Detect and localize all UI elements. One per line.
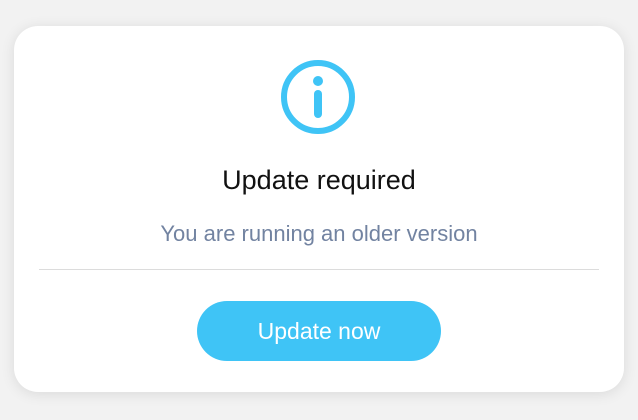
- info-circle-icon: [279, 58, 357, 136]
- update-now-button[interactable]: Update now: [197, 301, 441, 361]
- dialog-message: You are running an older version: [160, 221, 478, 246]
- divider: [39, 269, 599, 270]
- update-dialog: Update required You are running an older…: [14, 26, 624, 392]
- dialog-title: Update required: [222, 165, 416, 195]
